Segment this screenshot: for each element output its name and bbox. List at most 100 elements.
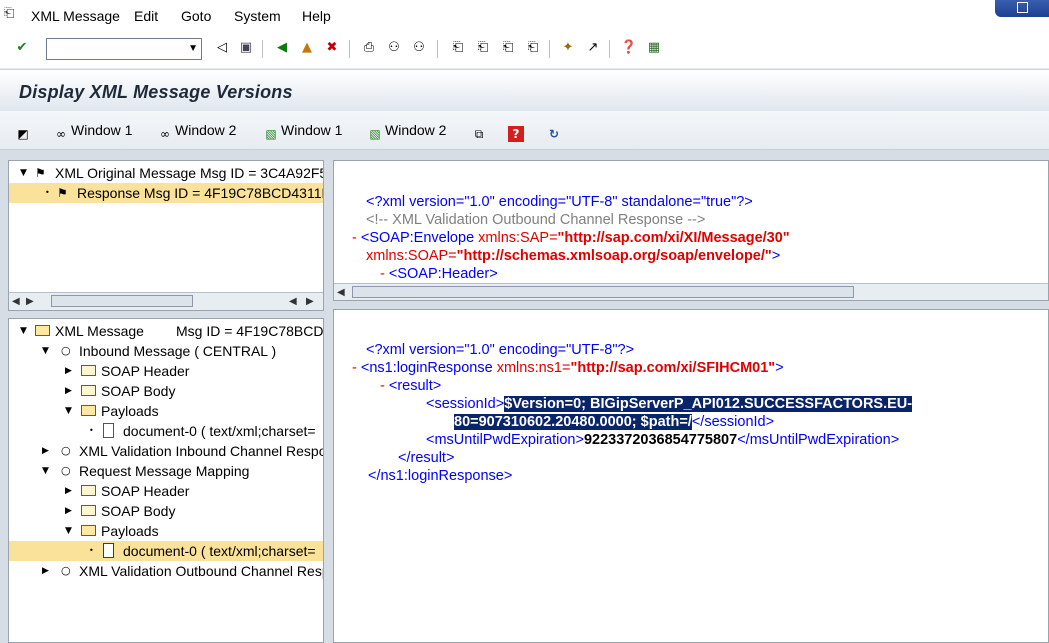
- tree-row[interactable]: ▶ SOAP Header: [9, 361, 323, 381]
- tree-row-selected[interactable]: • document-0 ( text/xml;charset=: [9, 541, 323, 561]
- scroll-thumb[interactable]: [352, 286, 854, 298]
- enter-check-icon[interactable]: ✔: [13, 39, 31, 57]
- expand-toggle-icon[interactable]: ▼: [65, 401, 72, 421]
- find-next-icon[interactable]: ⚇: [410, 39, 428, 57]
- system-menu-icon[interactable]: ⎗: [4, 6, 18, 20]
- expand-toggle-icon[interactable]: ▼: [20, 321, 27, 341]
- scroll-left-icon[interactable]: ◀: [12, 293, 20, 310]
- expand-toggle-icon[interactable]: ▶: [42, 441, 49, 461]
- horizontal-scrollbar[interactable]: ◀ ▶ ◀ ▶: [9, 292, 323, 310]
- horizontal-splitter[interactable]: [333, 301, 1049, 309]
- previous-page-icon[interactable]: ⎗: [474, 39, 492, 57]
- xml-attr-value: "http://sap.com/xi/SFIHCM01": [570, 360, 776, 376]
- menu-help[interactable]: Help: [302, 8, 331, 24]
- back-icon[interactable]: ◀: [273, 39, 291, 57]
- scroll-thumb[interactable]: [51, 295, 193, 307]
- tree-header-xml-message[interactable]: ▼ XML Message Msg ID = 4F19C78BCD4: [9, 321, 323, 341]
- scroll-right-icon[interactable]: ▶: [26, 293, 34, 310]
- xml-declaration: <?xml version="1.0" encoding="UTF-8"?>: [366, 342, 635, 358]
- selected-session-id-text[interactable]: $Version=0; BIGipServerP_API012.SUCCESSF…: [504, 396, 913, 412]
- other-object-button[interactable]: ◩: [15, 120, 33, 141]
- tree-row-label: Response Msg ID = 4F19C78BCD4311E4: [77, 185, 324, 201]
- restore-window-icon[interactable]: [1017, 2, 1028, 13]
- tree-row-label: SOAP Header: [101, 483, 190, 499]
- flag-icon: ⚑: [35, 166, 46, 180]
- expand-toggle-icon[interactable]: ▶: [65, 501, 72, 521]
- xml-viewer-window1[interactable]: <?xml version="1.0" encoding="UTF-8" sta…: [333, 160, 1049, 301]
- tree-row-original[interactable]: ▼ ⚑ XML Original Message Msg ID = 3C4A92…: [9, 163, 323, 183]
- print-icon[interactable]: ⎙: [360, 39, 378, 57]
- xml-declaration: <?xml version="1.0" encoding="UTF-8" sta…: [366, 194, 753, 210]
- xml-viewer-window2[interactable]: <?xml version="1.0" encoding="UTF-8"?> -…: [333, 309, 1049, 643]
- tree-row[interactable]: ▶ ○ XML Validation Inbound Channel Respo…: [9, 441, 323, 461]
- horizontal-scrollbar[interactable]: ◀: [334, 283, 1048, 300]
- save-icon[interactable]: ▣: [237, 39, 255, 57]
- tree-row[interactable]: ▶ SOAP Body: [9, 501, 323, 521]
- expand-toggle-icon[interactable]: ▼: [65, 521, 72, 541]
- menu-goto[interactable]: Goto: [181, 8, 211, 24]
- menu-system[interactable]: System: [234, 8, 281, 24]
- xml-text-value: 9223372036854775807: [583, 432, 738, 448]
- scroll-left-icon[interactable]: ◀: [289, 293, 297, 310]
- details-button[interactable]: ⧉: [471, 120, 489, 141]
- scroll-left-icon[interactable]: ◀: [337, 284, 345, 300]
- select-window2-button[interactable]: ▧ Window 2: [367, 120, 446, 141]
- next-page-icon[interactable]: ⎗: [499, 39, 517, 57]
- collapse-node-icon[interactable]: -: [380, 378, 385, 394]
- layout-menu-icon[interactable]: ▦: [645, 39, 663, 57]
- tree-row[interactable]: ▶ ○ XML Validation Outbound Channel Resp…: [9, 561, 323, 581]
- tree-row-response[interactable]: • ⚑ Response Msg ID = 4F19C78BCD4311E4: [9, 183, 324, 203]
- select-window1-button[interactable]: ▧ Window 1: [263, 120, 342, 141]
- shortcut-icon[interactable]: ↗: [584, 39, 602, 57]
- expand-toggle-icon[interactable]: ▼: [20, 163, 27, 183]
- selected-session-id-text[interactable]: 80=907310602.20480.0000; $path=/: [454, 414, 692, 430]
- window-controls[interactable]: [995, 0, 1049, 17]
- tree-row[interactable]: ▶ SOAP Body: [9, 381, 323, 401]
- collapse-node-icon[interactable]: -: [352, 230, 357, 246]
- scroll-right-icon[interactable]: ▶: [306, 293, 314, 310]
- expand-toggle-icon[interactable]: ▶: [65, 381, 72, 401]
- tree-row[interactable]: • document-0 ( text/xml;charset=: [9, 421, 323, 441]
- expand-toggle-icon[interactable]: ▼: [42, 461, 49, 481]
- tree-row[interactable]: ▼ Payloads: [9, 521, 323, 541]
- collapse-node-icon[interactable]: -: [380, 266, 385, 282]
- node-circle-icon: ○: [61, 344, 71, 357]
- folder-open-icon: [81, 525, 96, 536]
- create-session-icon[interactable]: ✦: [559, 39, 577, 57]
- menu-edit[interactable]: Edit: [134, 8, 158, 24]
- expand-toggle-icon[interactable]: ▼: [42, 341, 49, 361]
- tree-row[interactable]: ▼ ○ Inbound Message ( CENTRAL ): [9, 341, 323, 361]
- tree-row[interactable]: ▼ Payloads: [9, 401, 323, 421]
- tree-row[interactable]: ▶ SOAP Header: [9, 481, 323, 501]
- glasses-icon: ∞: [160, 127, 170, 141]
- node-circle-icon: ○: [61, 564, 71, 577]
- tree-row[interactable]: ▼ ○ Request Message Mapping: [9, 461, 323, 481]
- expand-toggle-icon[interactable]: ▶: [65, 361, 72, 381]
- command-field[interactable]: ▼: [46, 38, 202, 60]
- refresh-button[interactable]: ↻: [546, 120, 564, 141]
- cancel-icon[interactable]: ✖: [323, 39, 341, 57]
- tree-row-label: Inbound Message ( CENTRAL ): [79, 343, 277, 359]
- leaf-bullet-icon: •: [45, 188, 50, 197]
- menu-xml-message[interactable]: XML Message: [31, 8, 120, 24]
- first-page-icon[interactable]: ⎗: [449, 39, 467, 57]
- message-versions-tree: ▼ ⚑ XML Original Message Msg ID = 3C4A92…: [8, 160, 324, 311]
- xml-line: - <SOAP:Header>: [380, 265, 498, 283]
- chevron-down-icon[interactable]: ▼: [188, 42, 198, 56]
- help-icon[interactable]: ❓: [620, 39, 638, 57]
- xml-tag: <result>: [388, 378, 442, 394]
- exit-icon[interactable]: ▲: [298, 39, 316, 57]
- last-page-icon[interactable]: ⎗: [524, 39, 542, 57]
- expand-toggle-icon[interactable]: ▶: [42, 561, 49, 581]
- xml-tag: </ns1:loginResponse>: [368, 468, 513, 484]
- find-icon[interactable]: ⚇: [385, 39, 403, 57]
- error-info-button[interactable]: ?: [508, 120, 526, 142]
- vertical-splitter[interactable]: [324, 157, 333, 643]
- compare-window1-button[interactable]: ∞ Window 1: [53, 120, 132, 141]
- xml-tag: <sessionId>: [426, 396, 505, 412]
- collapse-node-icon[interactable]: -: [352, 360, 357, 376]
- expand-toggle-icon[interactable]: ▶: [65, 481, 72, 501]
- compare-window2-button[interactable]: ∞ Window 2: [157, 120, 236, 141]
- tree-row-label: Payloads: [101, 523, 159, 539]
- collapse-left-icon[interactable]: ◁: [213, 39, 231, 57]
